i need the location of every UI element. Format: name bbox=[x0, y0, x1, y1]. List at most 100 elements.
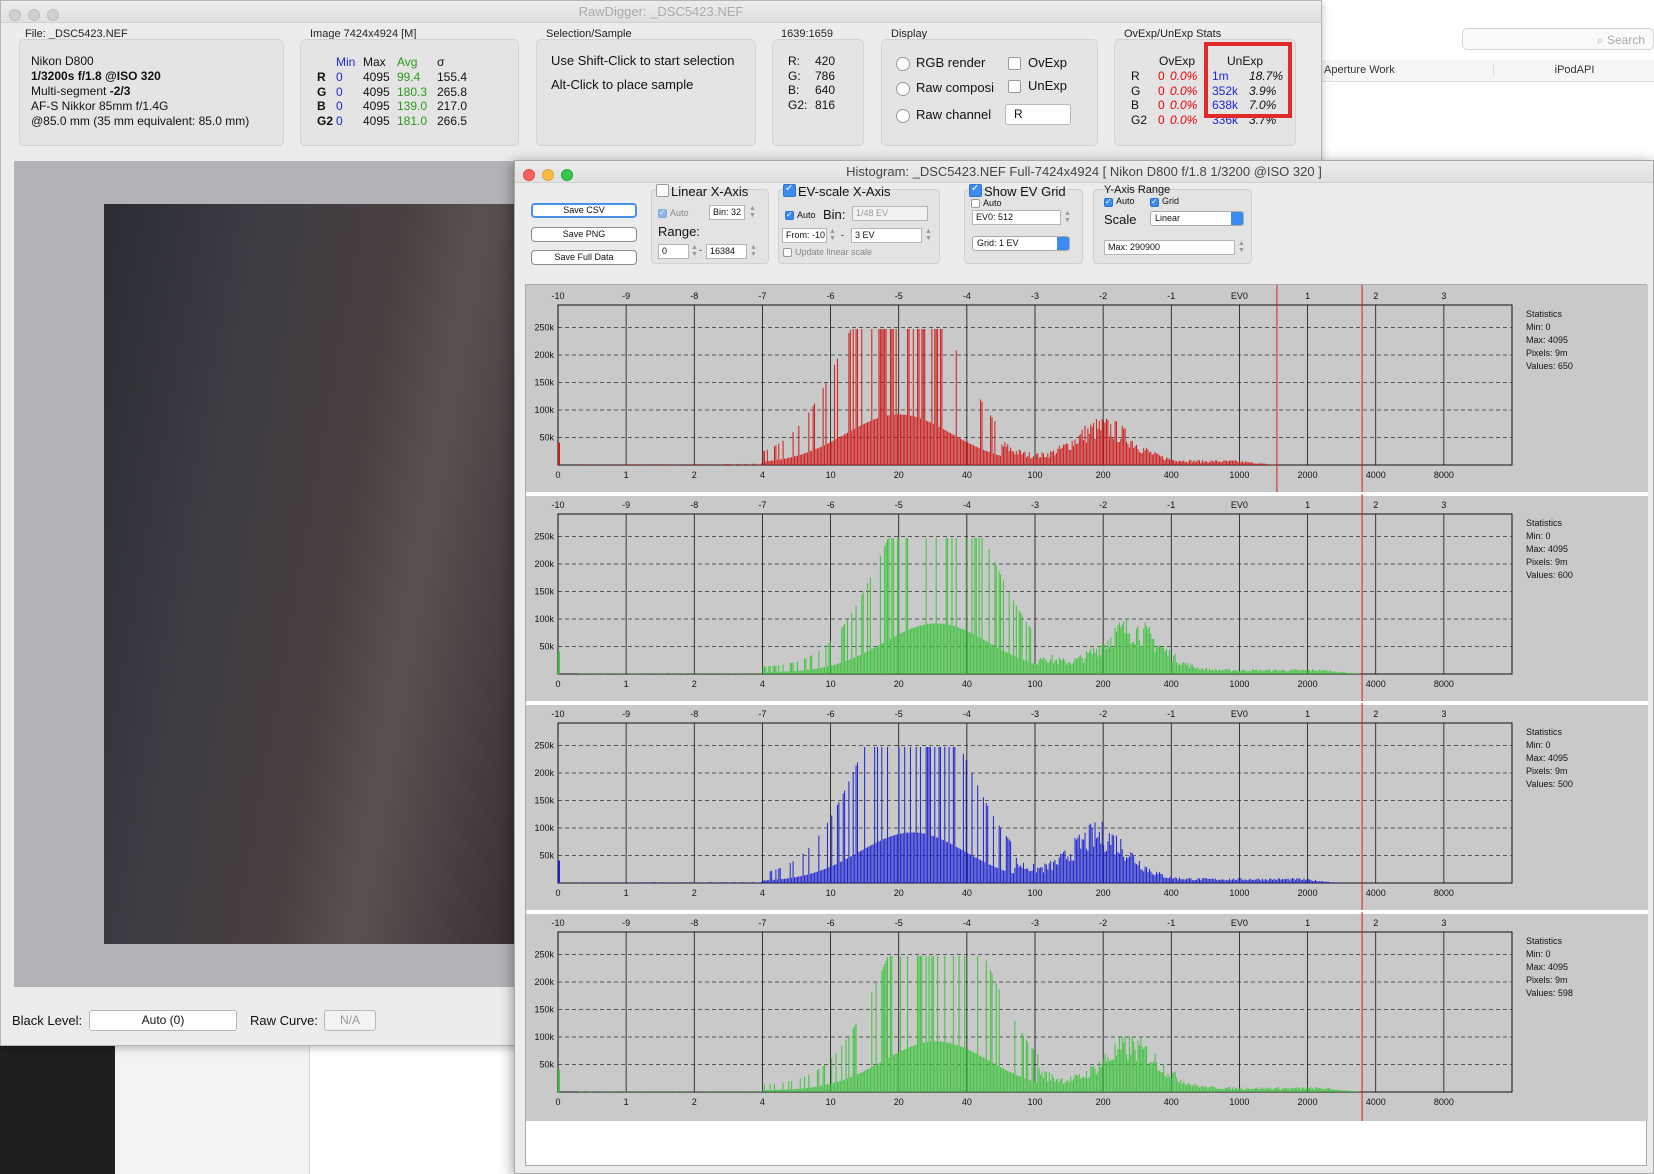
linear-bin-field[interactable]: Bin: 32 bbox=[709, 205, 745, 220]
grid-select[interactable]: Grid: 1 EV bbox=[972, 236, 1070, 251]
histogram-zoom-button[interactable] bbox=[561, 169, 573, 181]
ev-axis-checkbox[interactable] bbox=[783, 183, 796, 197]
image-row-max: 4095 bbox=[363, 84, 390, 99]
image-row-avg: 180.3 bbox=[397, 84, 428, 99]
save-png-button[interactable]: Save PNG bbox=[531, 227, 637, 242]
background-column-aperture[interactable]: Aperture Work bbox=[1322, 64, 1494, 76]
unexp-checkbox[interactable] bbox=[1008, 80, 1021, 93]
background-search-field[interactable]: ⌕ Search bbox=[1462, 28, 1654, 50]
x-tick-label: 200 bbox=[1096, 888, 1111, 898]
y-max-stepper[interactable]: ▲ ▼ bbox=[1237, 240, 1246, 255]
y-tick-label: 50k bbox=[539, 850, 554, 860]
ovexp-checkbox[interactable] bbox=[1008, 57, 1021, 70]
plot-separator bbox=[526, 492, 1648, 496]
x-tick-label: 200 bbox=[1096, 470, 1111, 480]
x-tick-label: 4000 bbox=[1366, 470, 1386, 480]
ev-tick-label: 2 bbox=[1373, 709, 1378, 719]
plot-separator bbox=[526, 701, 1648, 705]
ev-to-field[interactable]: 3 EV bbox=[851, 228, 922, 243]
ev-tick-label: -7 bbox=[758, 500, 766, 510]
ev-tick-label: -3 bbox=[1031, 918, 1039, 928]
histogram-plots[interactable]: 250k 200k 150k 100k 50k -10 0 -9 1 -8 2 -7 4 -6 10 -5 20… bbox=[525, 284, 1648, 1166]
ev-tick-label: EV0 bbox=[1231, 709, 1248, 719]
zoom-button[interactable] bbox=[47, 9, 59, 21]
linear-bin-stepper[interactable]: ▲ ▼ bbox=[748, 205, 757, 220]
rgb-render-radio[interactable] bbox=[896, 57, 910, 71]
image-row-avg: 181.0 bbox=[397, 113, 428, 128]
y-auto-label: Auto bbox=[1116, 196, 1135, 206]
x-tick-label: 40 bbox=[962, 679, 972, 689]
ev-grid-checkbox[interactable] bbox=[969, 183, 982, 197]
histogram-close-button[interactable] bbox=[523, 169, 535, 181]
raw-channel-radio[interactable] bbox=[896, 109, 910, 123]
ovexp-header: OvExp bbox=[1159, 54, 1196, 68]
save-csv-button[interactable]: Save CSV bbox=[531, 203, 637, 218]
x-tick-label: 1 bbox=[624, 1097, 629, 1107]
preview-photo bbox=[104, 204, 514, 944]
stats-values: Values: 650 bbox=[1526, 361, 1573, 371]
close-button[interactable] bbox=[9, 9, 21, 21]
ev-auto-checkbox[interactable] bbox=[785, 210, 794, 220]
ev0-field[interactable]: EV0: 512 bbox=[972, 210, 1061, 225]
search-icon: ⌕ bbox=[1596, 33, 1604, 47]
ev-tick-label: 1 bbox=[1305, 291, 1310, 301]
window-title: RawDigger: _DSC5423.NEF bbox=[578, 4, 744, 19]
range-to-field[interactable]: 16384 bbox=[706, 244, 747, 259]
ev-to-stepper[interactable]: ▲ ▼ bbox=[924, 228, 933, 243]
ev0-stepper[interactable]: ▲ ▼ bbox=[1063, 210, 1072, 225]
y-max-field[interactable]: Max: 290900 bbox=[1104, 240, 1235, 255]
ev-dash: - bbox=[841, 230, 844, 240]
ev-grid-auto-checkbox[interactable] bbox=[971, 199, 980, 208]
ev-tick-label: 3 bbox=[1441, 500, 1446, 510]
x-tick-label: 10 bbox=[826, 888, 836, 898]
raw-composite-radio[interactable] bbox=[896, 82, 910, 96]
stats-row-ov-pct: 0.0% bbox=[1170, 69, 1198, 83]
y-auto-checkbox[interactable] bbox=[1104, 197, 1113, 207]
black-level-field[interactable]: Auto (0) bbox=[89, 1010, 237, 1031]
ev-bin-select[interactable]: 1/48 EV bbox=[852, 206, 928, 221]
range-dash: - bbox=[699, 245, 702, 255]
stats-title: Statistics bbox=[1526, 936, 1563, 946]
ev-tick-label: -10 bbox=[551, 918, 564, 928]
y-tick-label: 100k bbox=[534, 405, 554, 415]
ev-from-stepper[interactable]: ▲ ▼ bbox=[828, 228, 837, 243]
histogram-window-controls bbox=[523, 166, 580, 188]
raw-curve-field[interactable]: N/A bbox=[324, 1010, 376, 1031]
update-linear-checkbox[interactable] bbox=[783, 248, 792, 257]
y-tick-label: 250k bbox=[534, 949, 554, 959]
rgb-render-label: RGB render bbox=[916, 55, 986, 70]
y-grid-checkbox[interactable] bbox=[1150, 197, 1159, 207]
ev-from-field[interactable]: From: -10 bbox=[782, 228, 827, 243]
raw-channel-select[interactable]: R bbox=[1005, 104, 1071, 125]
minimize-button[interactable] bbox=[28, 9, 40, 21]
x-tick-label: 1000 bbox=[1229, 679, 1249, 689]
linear-axis-label: Linear X-Axis bbox=[671, 184, 749, 199]
ev-tick-label: -1 bbox=[1167, 918, 1175, 928]
range-to-stepper[interactable]: ▲ ▼ bbox=[749, 244, 758, 259]
ev-axis-panel: EV-scale X-Axis Auto Bin: 1/48 EV From: … bbox=[778, 183, 940, 264]
scale-select[interactable]: Linear bbox=[1150, 211, 1244, 226]
ev-axis-label: EV-scale X-Axis bbox=[798, 184, 891, 199]
ev-tick-label: -5 bbox=[895, 291, 903, 301]
y-axis-panel: Y-Axis Range Auto Grid Scale Linear Max:… bbox=[1093, 184, 1252, 264]
exposure-info: 1/3200s f/1.8 @ISO 320 bbox=[31, 69, 161, 83]
linear-axis-checkbox[interactable] bbox=[656, 184, 669, 197]
ev-tick-label: 2 bbox=[1373, 918, 1378, 928]
ev-tick-label: -2 bbox=[1099, 918, 1107, 928]
histogram-minimize-button[interactable] bbox=[542, 169, 554, 181]
x-tick-label: 400 bbox=[1164, 470, 1179, 480]
save-full-data-button[interactable]: Save Full Data bbox=[531, 250, 637, 265]
ev-tick-label: -5 bbox=[895, 709, 903, 719]
stats-row-ov: 0 bbox=[1158, 69, 1165, 83]
x-tick-label: 400 bbox=[1164, 679, 1179, 689]
x-tick-label: 4000 bbox=[1366, 679, 1386, 689]
range-from-field[interactable]: 0 bbox=[658, 244, 689, 259]
range-from-stepper[interactable]: ▲ ▼ bbox=[690, 244, 699, 259]
y-tick-label: 50k bbox=[539, 1059, 554, 1069]
background-column-ipodapi[interactable]: iPodAPI bbox=[1497, 64, 1652, 76]
linear-auto-checkbox[interactable] bbox=[658, 208, 667, 218]
stats-row-ov: 0 bbox=[1158, 83, 1165, 98]
x-tick-label: 10 bbox=[826, 1097, 836, 1107]
header-min: Min bbox=[336, 55, 356, 69]
selection-panel: Use Shift-Click to start selection Alt-C… bbox=[536, 39, 756, 146]
